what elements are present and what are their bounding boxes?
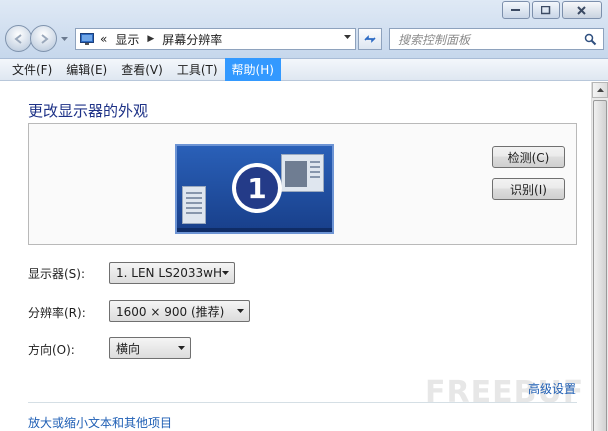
vertical-scrollbar[interactable]	[591, 82, 608, 431]
minimize-icon[interactable]	[502, 1, 530, 19]
chevron-down-icon	[178, 346, 185, 350]
breadcrumb-display[interactable]: 显示	[115, 31, 139, 48]
menu-edit[interactable]: 编辑(E)	[59, 58, 114, 81]
address-dropdown-icon[interactable]	[344, 35, 351, 39]
section-divider	[28, 402, 577, 403]
close-icon[interactable]	[562, 1, 602, 19]
monitor-number: 1	[236, 167, 278, 209]
menu-tools[interactable]: 工具(T)	[170, 58, 225, 81]
maximize-icon[interactable]	[532, 1, 560, 19]
search-input[interactable]: 搜索控制面板	[389, 28, 604, 50]
back-arrow-icon	[13, 33, 22, 44]
back-button[interactable]	[5, 25, 32, 52]
orientation-label: 方向(O):	[28, 343, 75, 357]
refresh-button[interactable]	[358, 28, 382, 50]
search-icon[interactable]	[584, 33, 597, 46]
address-bar[interactable]: « 显示 ▶ 屏幕分辨率	[75, 28, 356, 50]
mini-taskbar	[177, 228, 332, 232]
navigation-buttons	[5, 25, 68, 52]
breadcrumb-separator-icon[interactable]: ▶	[147, 34, 154, 44]
orientation-select[interactable]: 横向	[109, 337, 191, 359]
display-label: 显示器(S):	[28, 267, 86, 281]
menu-file[interactable]: 文件(F)	[5, 58, 59, 81]
resolution-select-value: 1600 × 900 (推荐)	[116, 304, 225, 319]
menu-help[interactable]: 帮助(H)	[224, 58, 281, 81]
identify-button[interactable]: 识别(I)	[492, 178, 565, 200]
advanced-settings-link[interactable]: 高级设置	[528, 380, 576, 397]
display-control-panel-icon	[80, 33, 94, 45]
monitor-thumbnail[interactable]: 1	[175, 144, 334, 234]
scroll-up-button[interactable]	[592, 82, 608, 98]
text-size-link[interactable]: 放大或缩小文本和其他项目	[28, 414, 172, 431]
menu-view[interactable]: 查看(V)	[114, 58, 170, 81]
chevron-up-icon	[596, 88, 604, 92]
forward-button[interactable]	[30, 25, 57, 52]
chevron-down-icon	[237, 309, 244, 313]
refresh-icon	[364, 35, 376, 43]
resolution-label: 分辨率(R):	[28, 306, 86, 320]
window-chrome: « 显示 ▶ 屏幕分辨率 搜索控制面板	[0, 0, 608, 59]
chevron-down-icon	[222, 271, 229, 275]
monitor-number-badge: 1	[232, 163, 282, 213]
mini-window-left	[182, 186, 206, 224]
menu-bar: 文件(F) 编辑(E) 查看(V) 工具(T) 帮助(H)	[0, 58, 608, 81]
scrollbar-thumb[interactable]	[593, 100, 607, 431]
mini-window-right	[281, 154, 324, 192]
forward-arrow-icon	[40, 33, 49, 44]
resolution-select[interactable]: 1600 × 900 (推荐)	[109, 300, 250, 322]
monitor-preview-panel: 1 检测(C) 识别(I)	[28, 123, 577, 245]
orientation-select-value: 横向	[116, 341, 141, 356]
detect-button[interactable]: 检测(C)	[492, 146, 565, 168]
window-controls	[502, 1, 602, 19]
recent-pages-dropdown[interactable]	[60, 34, 68, 44]
breadcrumb-overflow[interactable]: «	[100, 32, 107, 46]
display-select[interactable]: 1. LEN LS2033wH	[109, 262, 235, 284]
search-placeholder: 搜索控制面板	[398, 32, 471, 47]
breadcrumb-resolution[interactable]: 屏幕分辨率	[162, 31, 222, 48]
page-title: 更改显示器的外观	[28, 102, 149, 120]
display-select-value: 1. LEN LS2033wH	[116, 266, 223, 280]
